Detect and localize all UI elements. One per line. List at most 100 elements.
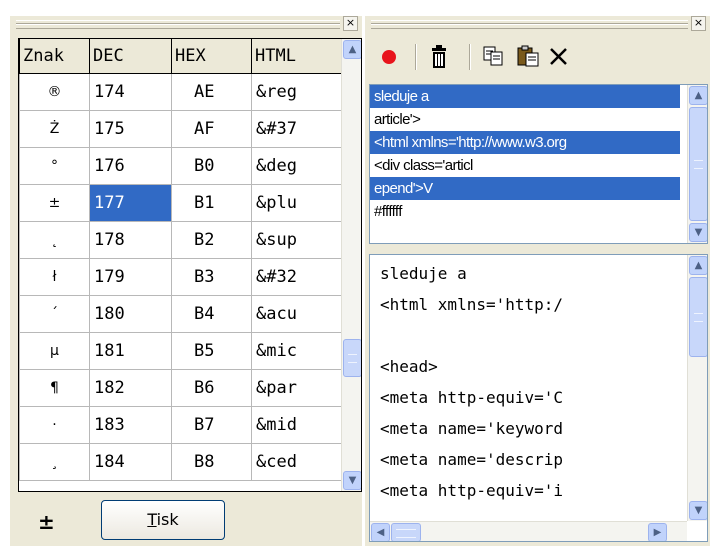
editor-horizontal-scrollbar[interactable]: ◀ ▶ bbox=[370, 521, 687, 541]
panel-drag-grip[interactable] bbox=[16, 20, 340, 29]
cell-znak[interactable]: ± bbox=[19, 184, 90, 222]
column-header-znak[interactable]: Znak bbox=[19, 39, 90, 74]
scroll-down-icon[interactable]: ▼ bbox=[689, 501, 707, 520]
scroll-down-icon[interactable]: ▼ bbox=[689, 223, 707, 242]
list-item[interactable]: #ffffff bbox=[370, 200, 680, 223]
scroll-thumb[interactable] bbox=[689, 277, 707, 357]
table-row[interactable]: Ż 175 AF &#37 bbox=[19, 110, 342, 148]
table-row[interactable]: ˛ 178 B2 &sup bbox=[19, 221, 342, 259]
close-panel-button[interactable]: × bbox=[691, 16, 706, 31]
selected-character-preview: ± bbox=[38, 510, 55, 534]
table-row[interactable]: µ 181 B5 &mic bbox=[19, 332, 342, 370]
cell-znak[interactable]: µ bbox=[19, 332, 90, 370]
cell-hex[interactable]: B8 bbox=[171, 443, 252, 481]
cell-znak[interactable]: ´ bbox=[19, 295, 90, 333]
cell-hex[interactable]: B5 bbox=[171, 332, 252, 370]
cell-html[interactable]: &sup bbox=[251, 221, 342, 259]
scroll-right-icon[interactable]: ▶ bbox=[648, 523, 667, 541]
character-table-panel: × Znak DEC HEX HTML ® 174 AE &reg Ż 175 AF &#37… bbox=[10, 16, 362, 546]
editor-vertical-scrollbar[interactable]: ▲ ▼ bbox=[687, 255, 707, 521]
cell-znak[interactable]: Ż bbox=[19, 110, 90, 148]
cell-dec[interactable]: 182 bbox=[89, 369, 172, 407]
table-row[interactable]: ¸ 184 B8 &ced bbox=[19, 443, 342, 481]
table-row[interactable]: ¶ 182 B6 &par bbox=[19, 369, 342, 407]
cell-html[interactable]: &mic bbox=[251, 332, 342, 370]
scroll-up-icon[interactable]: ▲ bbox=[689, 256, 707, 275]
scroll-down-icon[interactable]: ▼ bbox=[343, 471, 361, 490]
cell-znak[interactable]: ˛ bbox=[19, 221, 90, 259]
cell-html[interactable]: &acu bbox=[251, 295, 342, 333]
table-row[interactable]: ´ 180 B4 &acu bbox=[19, 295, 342, 333]
cell-znak[interactable]: ® bbox=[19, 73, 90, 111]
table-vertical-scrollbar[interactable]: ▲ ▼ bbox=[341, 39, 361, 491]
cell-znak[interactable]: ł bbox=[19, 258, 90, 296]
cell-hex[interactable]: B1 bbox=[171, 184, 252, 222]
copy-icon[interactable] bbox=[481, 44, 505, 68]
cell-html[interactable]: &#37 bbox=[251, 110, 342, 148]
column-header-hex[interactable]: HEX bbox=[171, 39, 252, 74]
column-header-dec[interactable]: DEC bbox=[89, 39, 172, 74]
cell-dec[interactable]: 176 bbox=[89, 147, 172, 185]
clipboard-history-list: sleduje a article'> <html xmlns='http://ww… bbox=[369, 84, 708, 244]
list-item[interactable]: article'> bbox=[370, 108, 680, 131]
list-item[interactable]: sleduje a bbox=[370, 85, 680, 108]
list-item[interactable]: <div class='articl bbox=[370, 154, 680, 177]
scroll-thumb[interactable] bbox=[343, 339, 361, 377]
scroll-thumb[interactable] bbox=[689, 107, 707, 221]
print-button-label: Tisk bbox=[147, 510, 179, 529]
print-button[interactable]: Tisk bbox=[101, 500, 225, 540]
cell-hex[interactable]: B6 bbox=[171, 369, 252, 407]
cell-html[interactable]: &mid bbox=[251, 406, 342, 444]
cell-html[interactable]: &ced bbox=[251, 443, 342, 481]
cell-html[interactable]: &deg bbox=[251, 147, 342, 185]
scroll-thumb[interactable] bbox=[391, 523, 421, 541]
table-row[interactable]: ł 179 B3 &#32 bbox=[19, 258, 342, 296]
table-row[interactable]: ±177 B1 &plu bbox=[19, 184, 342, 222]
cell-hex[interactable]: B2 bbox=[171, 221, 252, 259]
cell-znak[interactable]: · bbox=[19, 406, 90, 444]
paste-icon[interactable] bbox=[515, 44, 539, 68]
cell-hex[interactable]: B0 bbox=[171, 147, 252, 185]
table-row[interactable]: ° 176 B0 &deg bbox=[19, 147, 342, 185]
close-icon[interactable] bbox=[547, 44, 571, 68]
cell-hex[interactable]: B3 bbox=[171, 258, 252, 296]
cell-dec[interactable]: 179 bbox=[89, 258, 172, 296]
character-table: Znak DEC HEX HTML ® 174 AE &reg Ż 175 AF &#37 ° 1… bbox=[18, 38, 362, 492]
editor-line: <html xmlns='http:/ bbox=[380, 295, 564, 314]
cell-dec[interactable]: 180 bbox=[89, 295, 172, 333]
list-item[interactable]: epend'>V bbox=[370, 177, 680, 200]
list-vertical-scrollbar[interactable]: ▲ ▼ bbox=[687, 85, 707, 243]
cell-dec[interactable]: 184 bbox=[89, 443, 172, 481]
close-panel-button[interactable]: × bbox=[343, 16, 358, 31]
panel-drag-grip[interactable] bbox=[371, 20, 688, 29]
cell-html[interactable]: &#32 bbox=[251, 258, 342, 296]
cell-dec[interactable]: 178 bbox=[89, 221, 172, 259]
cell-dec[interactable]: 181 bbox=[89, 332, 172, 370]
cell-hex[interactable]: AF bbox=[171, 110, 252, 148]
column-header-html[interactable]: HTML bbox=[251, 39, 342, 74]
scroll-up-icon[interactable]: ▲ bbox=[689, 86, 707, 105]
cell-html[interactable]: &reg bbox=[251, 73, 342, 111]
record-icon[interactable] bbox=[377, 44, 401, 68]
cell-dec[interactable]: 177 bbox=[89, 184, 172, 222]
scroll-up-icon[interactable]: ▲ bbox=[343, 40, 361, 59]
cell-znak[interactable]: ¸ bbox=[19, 443, 90, 481]
cell-znak[interactable]: ¶ bbox=[19, 369, 90, 407]
editor-line: <meta http-equiv='C bbox=[380, 388, 564, 407]
trash-icon[interactable] bbox=[427, 44, 451, 68]
table-row[interactable]: ® 174 AE &reg bbox=[19, 73, 342, 111]
scroll-left-icon[interactable]: ◀ bbox=[371, 523, 390, 541]
cell-hex[interactable]: AE bbox=[171, 73, 252, 111]
cell-dec[interactable]: 174 bbox=[89, 73, 172, 111]
cell-html[interactable]: &plu bbox=[251, 184, 342, 222]
editor-line: <meta http-equiv='i bbox=[380, 481, 564, 500]
list-item[interactable]: <html xmlns='http://www.w3.org bbox=[370, 131, 680, 154]
cell-znak[interactable]: ° bbox=[19, 147, 90, 185]
cell-html[interactable]: &par bbox=[251, 369, 342, 407]
cell-hex[interactable]: B7 bbox=[171, 406, 252, 444]
cell-hex[interactable]: B4 bbox=[171, 295, 252, 333]
cell-dec[interactable]: 175 bbox=[89, 110, 172, 148]
cell-dec[interactable]: 183 bbox=[89, 406, 172, 444]
clipboard-text-editor[interactable]: sleduje a <html xmlns='http:/ <head> <meta … bbox=[369, 254, 708, 542]
table-row[interactable]: · 183 B7 &mid bbox=[19, 406, 342, 444]
